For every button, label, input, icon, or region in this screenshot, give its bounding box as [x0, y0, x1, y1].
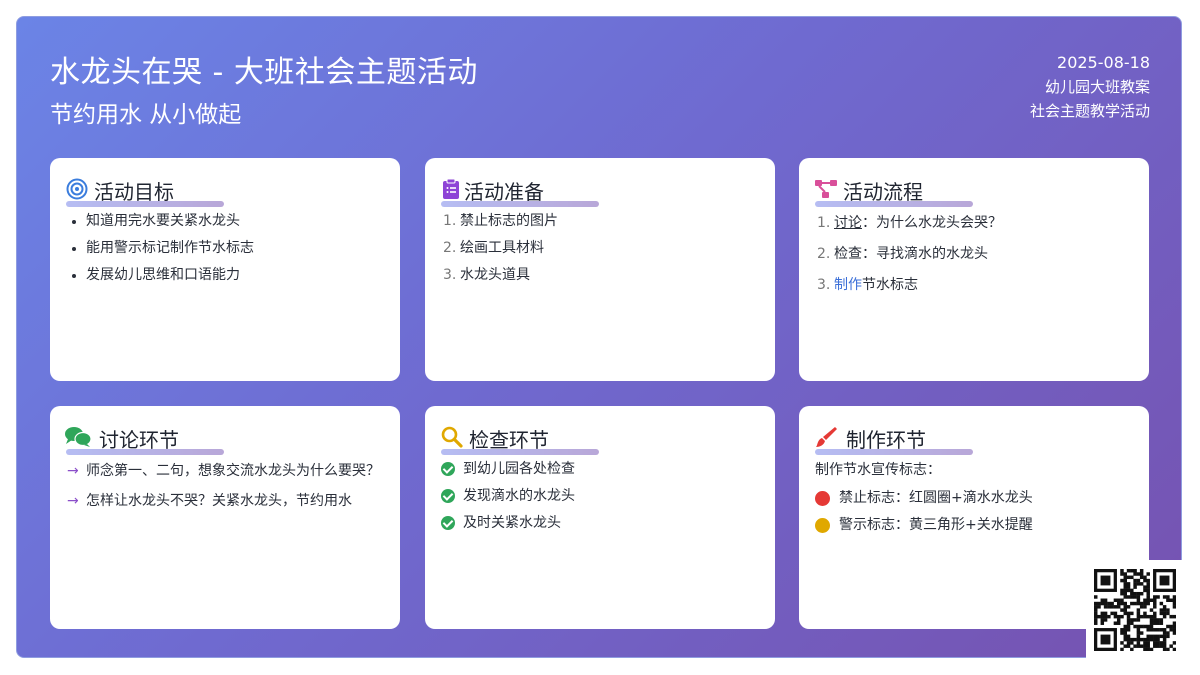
list-item: 警示标志：黄三角形+关水提醒 [815, 512, 1133, 539]
flow-diagram-icon [815, 180, 837, 198]
list-item: 1. 禁止标志的图片 [443, 213, 558, 229]
yellow-dot-icon [815, 518, 830, 533]
red-dot-icon [815, 491, 830, 506]
arrow-right-icon: → [67, 463, 79, 479]
flow-list: 1. 讨论：为什么水龙头会哭？ 2. 检查：寻找滴水的水龙头 3. 制作节水标志 [815, 208, 1133, 301]
list-item: → 师念第一、二句，想象交流水龙头为什么要哭？ [66, 456, 384, 486]
title-underline [441, 449, 599, 455]
meta-line-1: 幼儿园大班教案 [1044, 78, 1150, 96]
list-item: → 怎样让水龙头不哭？关紧水龙头，节约用水 [66, 486, 384, 516]
list-item: 能用警示标记制作节水标志 [66, 235, 384, 262]
inspection-list: 到幼儿园各处检查 发现滴水的水龙头 及时关紧水龙头 [441, 456, 759, 537]
list-item: 3. 水龙头道具 [443, 267, 530, 283]
card-flow: 活动流程 1. 讨论：为什么水龙头会哭？ 2. 检查：寻找滴水的水龙头 3. 制作节水… [799, 158, 1149, 381]
meta-line-2: 社会主题教学活动 [1029, 102, 1150, 120]
goals-list: 知道用完水要关紧水龙头 能用警示标记制作节水标志 发展幼儿思维和口语能力 [66, 208, 384, 289]
card-inspection: 检查环节 到幼儿园各处检查 发现滴水的水龙头 及时关紧水龙头 [425, 406, 775, 629]
target-icon [66, 178, 88, 200]
title-underline [66, 449, 224, 455]
qr-code [1086, 560, 1186, 660]
title-underline [815, 449, 973, 455]
qr-code-icon [1094, 569, 1176, 651]
making-list: 禁止标志：红圆圈+滴水水龙头 警示标志：黄三角形+关水提醒 [815, 485, 1133, 539]
arrow-right-icon: → [67, 493, 79, 509]
list-item: 到幼儿园各处检查 [441, 456, 759, 483]
check-circle-icon [441, 489, 455, 503]
paintbrush-icon [816, 427, 837, 447]
card-preparation: 活动准备 1. 禁止标志的图片 2. 绘画工具材料 3. 水龙头道具 [425, 158, 775, 381]
list-item: 禁止标志：红圆圈+滴水水龙头 [815, 485, 1133, 512]
title-underline [815, 201, 973, 207]
lesson-date: 2025-08-18 [1057, 53, 1150, 72]
discussion-list: → 师念第一、二句，想象交流水龙头为什么要哭？ → 怎样让水龙头不哭？关紧水龙头，节… [66, 456, 384, 516]
flow-keyword: 检查 [834, 246, 862, 262]
check-circle-icon [441, 516, 455, 530]
header-meta: 2025-08-18 幼儿园大班教案 社会主题教学活动 [1030, 51, 1150, 123]
list-item: 发现滴水的水龙头 [441, 483, 759, 510]
prep-list: 1. 禁止标志的图片 2. 绘画工具材料 3. 水龙头道具 [441, 208, 759, 289]
check-circle-icon [441, 462, 455, 476]
clipboard-list-icon [443, 178, 459, 199]
chat-bubbles-icon [65, 427, 91, 447]
flow-keyword: 讨论 [834, 215, 862, 231]
list-item: 3. 制作节水标志 [817, 277, 918, 293]
list-item: 2. 检查：寻找滴水的水龙头 [817, 246, 988, 262]
page-title: 水龙头在哭 - 大班社会主题活动 [50, 55, 478, 90]
list-item: 2. 绘画工具材料 [443, 240, 544, 256]
list-item: 1. 讨论：为什么水龙头会哭？ [817, 215, 1002, 231]
list-item: 知道用完水要关紧水龙头 [66, 208, 384, 235]
making-intro: 制作节水宣传标志： [815, 462, 941, 478]
page-subtitle: 节约用水 从小做起 [50, 102, 242, 128]
card-goals: 活动目标 知道用完水要关紧水龙头 能用警示标记制作节水标志 发展幼儿思维和口语能… [50, 158, 400, 381]
list-item: 及时关紧水龙头 [441, 510, 759, 537]
title-underline [66, 201, 224, 207]
title-underline [441, 201, 599, 207]
list-item: 发展幼儿思维和口语能力 [66, 262, 384, 289]
card-discussion: 讨论环节 → 师念第一、二句，想象交流水龙头为什么要哭？ → 怎样让水龙头不哭？关紧… [50, 406, 400, 629]
flow-keyword: 制作 [834, 277, 862, 293]
magnifier-icon [441, 426, 463, 448]
